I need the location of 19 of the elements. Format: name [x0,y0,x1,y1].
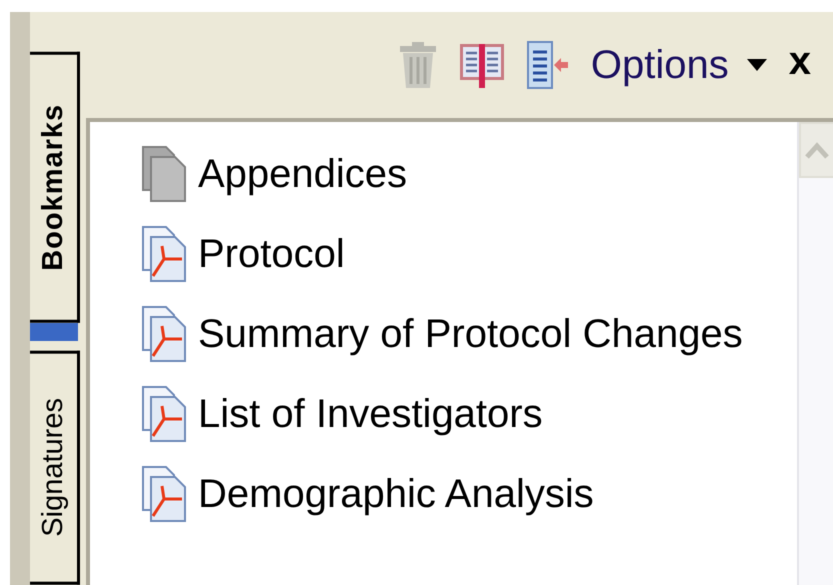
pdf-document-icon [142,226,186,282]
document-stack-icon [142,146,186,202]
side-tab[interactable]: Bookmarks [30,52,80,323]
bookmark-item[interactable]: List of Investigators [198,384,543,444]
pdf-document-icon [142,386,186,442]
tab-grip[interactable] [30,322,78,342]
document-arrow-icon[interactable] [526,41,569,89]
chevron-up-icon [804,141,830,159]
bookmark-item[interactable]: Summary of Protocol Changes [198,304,743,364]
bookmark-item[interactable]: Protocol [198,224,345,284]
caret-icon [746,59,767,71]
options-button[interactable]: Options [590,35,767,95]
book-icon[interactable] [458,42,505,88]
side-tab[interactable]: Signatures [30,351,80,585]
pdf-document-icon [142,306,186,362]
close-button[interactable]: x [788,31,811,99]
pdf-document-icon [142,466,186,522]
bookmark-item[interactable]: Appendices [198,144,408,204]
bookmark-item[interactable]: Demographic Analysis [198,464,594,524]
